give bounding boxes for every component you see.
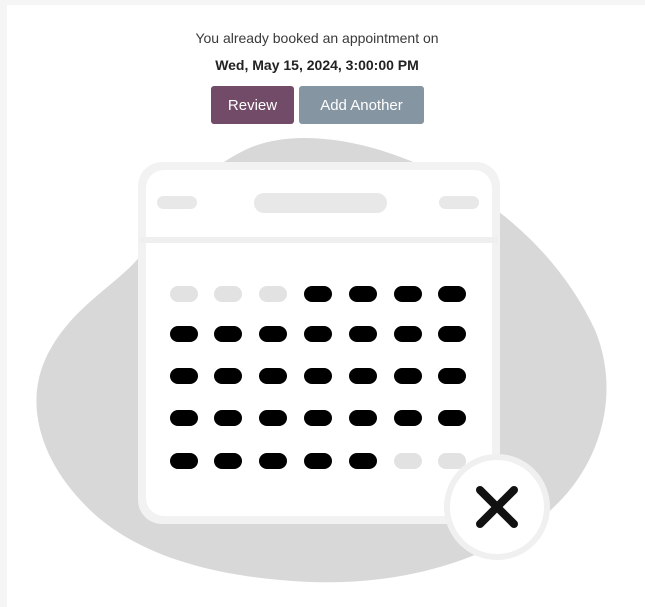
calendar-day-dot [170, 453, 198, 469]
calendar-day-dot-inactive [259, 286, 287, 302]
calendar-day-dot [394, 368, 422, 384]
calendar-header-title-pill [254, 193, 387, 213]
calendar-day-dot [170, 410, 198, 426]
calendar-day-dot [259, 453, 287, 469]
calendar-day-dot [259, 410, 287, 426]
page: You already booked an appointment on Wed… [0, 0, 645, 607]
calendar-day-dot [349, 453, 377, 469]
calendar-day-dot [214, 368, 242, 384]
calendar-day-dot-inactive [438, 453, 466, 469]
cancel-badge [444, 454, 550, 560]
calendar-header-right-pill [439, 196, 479, 209]
calendar-day-dot [438, 286, 466, 302]
calendar-day-dot [349, 286, 377, 302]
calendar-day-dot [304, 453, 332, 469]
calendar-day-dot [394, 410, 422, 426]
calendar-day-dot-inactive [170, 286, 198, 302]
calendar-day-dot [304, 368, 332, 384]
calendar-day-dot [349, 326, 377, 342]
calendar-day-dot [438, 368, 466, 384]
calendar-icon [138, 162, 500, 524]
calendar-day-dot [259, 368, 287, 384]
calendar-day-dot [304, 326, 332, 342]
calendar-cancel-illustration [36, 137, 607, 583]
calendar-day-dot-inactive [394, 453, 422, 469]
calendar-header-left-pill [157, 196, 197, 209]
calendar-day-dot [438, 410, 466, 426]
calendar-day-dot [214, 410, 242, 426]
calendar-day-dot [438, 326, 466, 342]
calendar-header-divider [140, 237, 498, 243]
calendar-day-dot-inactive [214, 286, 242, 302]
calendar-day-dot [259, 326, 287, 342]
calendar-day-dot [394, 286, 422, 302]
calendar-day-dot [214, 326, 242, 342]
calendar-day-dot [349, 410, 377, 426]
calendar-day-dot [170, 326, 198, 342]
calendar-day-dot [394, 326, 422, 342]
calendar-day-dot [170, 368, 198, 384]
calendar-day-dot [304, 410, 332, 426]
calendar-day-dot [349, 368, 377, 384]
calendar-day-dot [214, 453, 242, 469]
calendar-day-dot [304, 286, 332, 302]
